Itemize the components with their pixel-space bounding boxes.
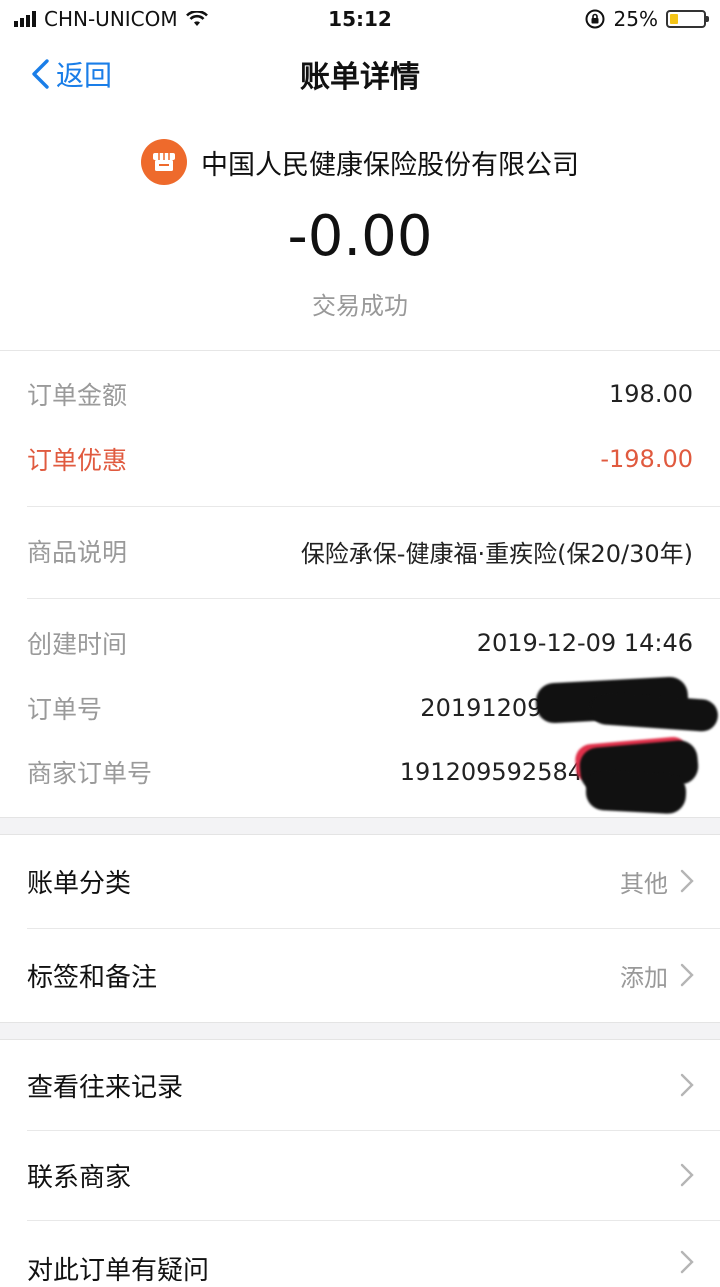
battery-icon	[666, 10, 709, 28]
view-history-item[interactable]: 查看往来记录	[0, 1040, 720, 1130]
bill-category-item[interactable]: 账单分类 其他	[0, 836, 720, 926]
detail-label: 商家订单号	[27, 759, 153, 788]
item-value: 其他	[620, 869, 668, 898]
item-label: 查看往来记录	[27, 1072, 184, 1103]
item-right: 其他	[620, 864, 694, 899]
divider	[0, 350, 720, 351]
section-gap	[0, 817, 720, 835]
order-question-item[interactable]: 对此订单有疑问	[0, 1222, 720, 1286]
detail-value: 保险承保-健康福·重疾险(保20/30年)	[300, 539, 693, 568]
chevron-right-icon	[680, 1073, 694, 1097]
detail-label: 订单号	[27, 695, 103, 724]
chevron-right-icon	[680, 1163, 694, 1187]
status-bar: CHN-UNICOM 15:12 25%	[0, 0, 720, 38]
item-right: 添加	[620, 958, 694, 993]
detail-label: 商品说明	[27, 538, 128, 567]
rotation-lock-icon	[585, 9, 605, 29]
tags-notes-item[interactable]: 标签和备注 添加	[0, 930, 720, 1020]
detail-row-created-time: 创建时间 2019-12-09 14:46	[0, 618, 720, 668]
back-button[interactable]: 返回	[30, 54, 112, 94]
merchant-header: 中国人民健康保险股份有限公司	[0, 138, 720, 186]
back-label: 返回	[56, 59, 113, 92]
merchant-name: 中国人民健康保险股份有限公司	[201, 149, 579, 181]
chevron-right-icon	[680, 869, 694, 893]
section-gap	[0, 1022, 720, 1040]
divider	[27, 1220, 720, 1221]
battery-fill	[670, 14, 678, 24]
detail-value: 2019-12-09 14:46	[476, 629, 693, 657]
status-right: 25%	[584, 7, 709, 31]
divider	[27, 506, 720, 507]
chevron-right-icon	[680, 963, 694, 987]
carrier-name: CHN-UNICOM	[44, 7, 178, 31]
wifi-icon	[185, 11, 208, 26]
detail-value: -198.00	[600, 445, 693, 473]
detail-label: 订单金额	[27, 381, 128, 410]
page-title: 账单详情	[300, 60, 420, 95]
detail-row-order-amount: 订单金额 198.00	[0, 369, 720, 419]
redaction-mark	[585, 769, 687, 815]
item-label: 标签和备注	[27, 962, 158, 993]
detail-row-product-desc: 商品说明 保险承保-健康福·重疾险(保20/30年)	[0, 526, 720, 576]
detail-label: 订单优惠	[27, 446, 128, 475]
detail-value: 198.00	[609, 380, 693, 408]
detail-row-order-discount: 订单优惠 -198.00	[0, 434, 720, 484]
item-label: 账单分类	[27, 868, 132, 899]
chevron-right-icon	[680, 1250, 694, 1274]
item-label: 联系商家	[27, 1162, 132, 1193]
item-label: 对此订单有疑问	[27, 1256, 210, 1286]
nav-bar: 返回 账单详情	[0, 38, 720, 110]
chevron-left-icon	[32, 59, 49, 89]
contact-merchant-item[interactable]: 联系商家	[0, 1130, 720, 1220]
store-icon	[141, 139, 187, 185]
divider	[27, 928, 720, 929]
transaction-status: 交易成功	[312, 292, 408, 320]
item-value: 添加	[620, 963, 668, 992]
battery-percent: 25%	[613, 7, 658, 31]
divider	[27, 598, 720, 599]
transaction-amount: -0.00	[287, 204, 433, 269]
status-left: CHN-UNICOM	[14, 7, 208, 31]
signal-icon	[14, 11, 36, 27]
detail-label: 创建时间	[27, 630, 128, 659]
